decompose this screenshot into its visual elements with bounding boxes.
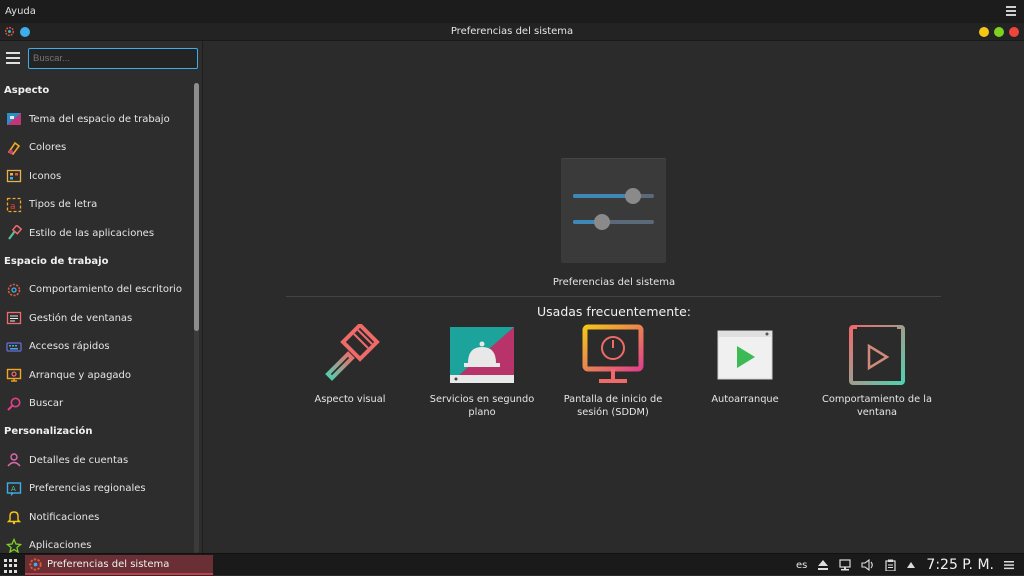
sidebar-item-search[interactable]: Buscar (0, 390, 193, 419)
icons-icon (6, 168, 22, 184)
frequent-item-label: Servicios en segundo plano (429, 394, 535, 418)
help-menu[interactable]: Ayuda (5, 6, 36, 17)
sidebar-item-colors[interactable]: Colores (0, 134, 193, 163)
sidebar-item-shortcuts[interactable]: Accesos rápidos (0, 333, 193, 362)
sidebar-item-label: Comportamiento del escritorio (29, 284, 182, 296)
task-label: Preferencias del sistema (47, 558, 170, 570)
app-launcher-icon[interactable] (4, 559, 18, 573)
sidebar-item-icons[interactable]: Iconos (0, 162, 193, 191)
window-title: Preferencias del sistema (450, 26, 574, 37)
sidebar-item-label: Preferencias regionales (29, 483, 146, 495)
login-screen-icon (581, 324, 645, 386)
app-style-icon (6, 225, 22, 241)
sidebar-item-workspace-theme[interactable]: Tema del espacio de trabajo (0, 105, 193, 134)
section-personalizacion: Personalización (4, 426, 93, 437)
frequent-item-autostart[interactable]: Autoarranque (680, 324, 810, 407)
sidebar-item-fonts[interactable]: a Tipos de letra (0, 191, 193, 220)
section-espacio-de-trabajo: Espacio de trabajo (4, 255, 109, 267)
account-details-icon (6, 452, 22, 468)
frequent-item-label: Autoarranque (711, 394, 779, 405)
workspace-theme-icon (6, 111, 22, 127)
settings-gear-icon[interactable] (4, 26, 15, 37)
regional-icon: A (6, 481, 22, 497)
keyboard-layout[interactable]: es (796, 560, 807, 571)
svg-text:a: a (10, 202, 16, 212)
svg-text:A: A (11, 485, 16, 493)
sidebar-menu-icon[interactable] (6, 52, 20, 64)
frequent-item-label: Aspecto visual (314, 394, 386, 405)
window-management-icon (6, 310, 22, 326)
frequent-item-label: Pantalla de inicio de sesión (SDDM) (563, 394, 663, 418)
section-aspecto: Aspecto (4, 85, 50, 96)
sidebar-item-label: Buscar (29, 398, 64, 410)
sidebar-item-account-details[interactable]: Detalles de cuentas (0, 446, 193, 475)
hero-label: Preferencias del sistema (552, 277, 676, 288)
sidebar-item-regional[interactable]: A Preferencias regionales (0, 475, 193, 504)
shortcuts-icon (6, 339, 22, 355)
sidebar-item-notifications[interactable]: Notificaciones (0, 503, 193, 532)
sidebar-scrollbar[interactable] (194, 83, 199, 553)
frequent-item-window-behavior[interactable]: Comportamiento de la ventana (812, 324, 942, 419)
main-panel: Preferencias del sistema Usadas frecuent… (204, 41, 1024, 553)
frequent-item-login-screen[interactable]: Pantalla de inicio de sesión (SDDM) (548, 324, 678, 419)
applications-icon (6, 537, 22, 554)
notifications-icon (6, 509, 22, 525)
frequent-title: Usadas frecuentemente: (537, 304, 691, 319)
search-input[interactable] (28, 47, 198, 69)
sidebar-list: Aspecto Tema del espacio de trabajo Colo… (0, 77, 193, 560)
frequent-item-visual-appearance[interactable]: Aspecto visual (285, 324, 415, 407)
settings-gear-icon (29, 557, 42, 571)
sidebar-item-label: Colores (29, 142, 67, 154)
sidebar-item-label: Arranque y apagado (29, 369, 132, 381)
clock[interactable]: 7:25 P. M. (926, 557, 994, 573)
frequent-item-label: Comportamiento de la ventana (822, 394, 932, 418)
minimize-button[interactable] (979, 27, 989, 37)
desktop-behavior-icon (6, 282, 22, 298)
network-icon[interactable] (839, 559, 852, 571)
divider (286, 296, 941, 297)
frequent-item-background-services[interactable]: Servicios en segundo plano (417, 324, 547, 419)
system-tray: es 7:25 P. M. (796, 554, 1024, 576)
window-titlebar: Preferencias del sistema (0, 23, 1024, 41)
sidebar-item-label: Tipos de letra (29, 199, 98, 211)
sidebar-item-app-style[interactable]: Estilo de las aplicaciones (0, 219, 193, 248)
clipboard-icon[interactable] (885, 559, 897, 571)
sidebar-item-label: Accesos rápidos (29, 341, 110, 353)
system-settings-hero-icon (561, 158, 666, 263)
paint-roller-icon (318, 324, 382, 386)
hamburger-menu-icon[interactable] (1006, 6, 1016, 16)
sidebar-item-label: Estilo de las aplicaciones (29, 227, 155, 239)
taskbar-menu-icon[interactable] (1004, 560, 1014, 570)
maximize-button[interactable] (994, 27, 1004, 37)
search-icon (6, 396, 22, 412)
sidebar-item-label: Detalles de cuentas (29, 454, 129, 466)
close-button[interactable] (1009, 27, 1019, 37)
sidebar-item-startup-shutdown[interactable]: Arranque y apagado (0, 361, 193, 390)
startup-shutdown-icon (6, 367, 22, 383)
sidebar-item-desktop-behavior[interactable]: Comportamiento del escritorio (0, 276, 193, 305)
task-system-settings[interactable]: Preferencias del sistema (25, 555, 213, 575)
sidebar: Aspecto Tema del espacio de trabajo Colo… (0, 41, 203, 554)
scrollbar-thumb[interactable] (194, 83, 199, 331)
sidebar-item-label: Tema del espacio de trabajo (29, 113, 170, 125)
menubar: Ayuda (0, 0, 1024, 23)
colors-icon (6, 140, 22, 156)
pin-icon[interactable] (20, 26, 30, 37)
autostart-play-icon (713, 324, 777, 386)
service-bell-icon (450, 324, 514, 386)
eject-icon[interactable] (817, 559, 829, 571)
sidebar-item-window-management[interactable]: Gestión de ventanas (0, 304, 193, 333)
volume-icon[interactable] (861, 559, 875, 571)
sidebar-item-label: Iconos (29, 170, 62, 182)
tray-expand-icon[interactable] (906, 561, 916, 569)
sidebar-item-label: Notificaciones (29, 511, 100, 523)
taskbar: Preferencias del sistema es 7:25 P. M. (0, 553, 1024, 575)
sidebar-item-label: Aplicaciones (29, 540, 92, 552)
window-behavior-icon (845, 324, 909, 386)
fonts-icon: a (6, 197, 22, 213)
sidebar-item-label: Gestión de ventanas (29, 312, 133, 324)
